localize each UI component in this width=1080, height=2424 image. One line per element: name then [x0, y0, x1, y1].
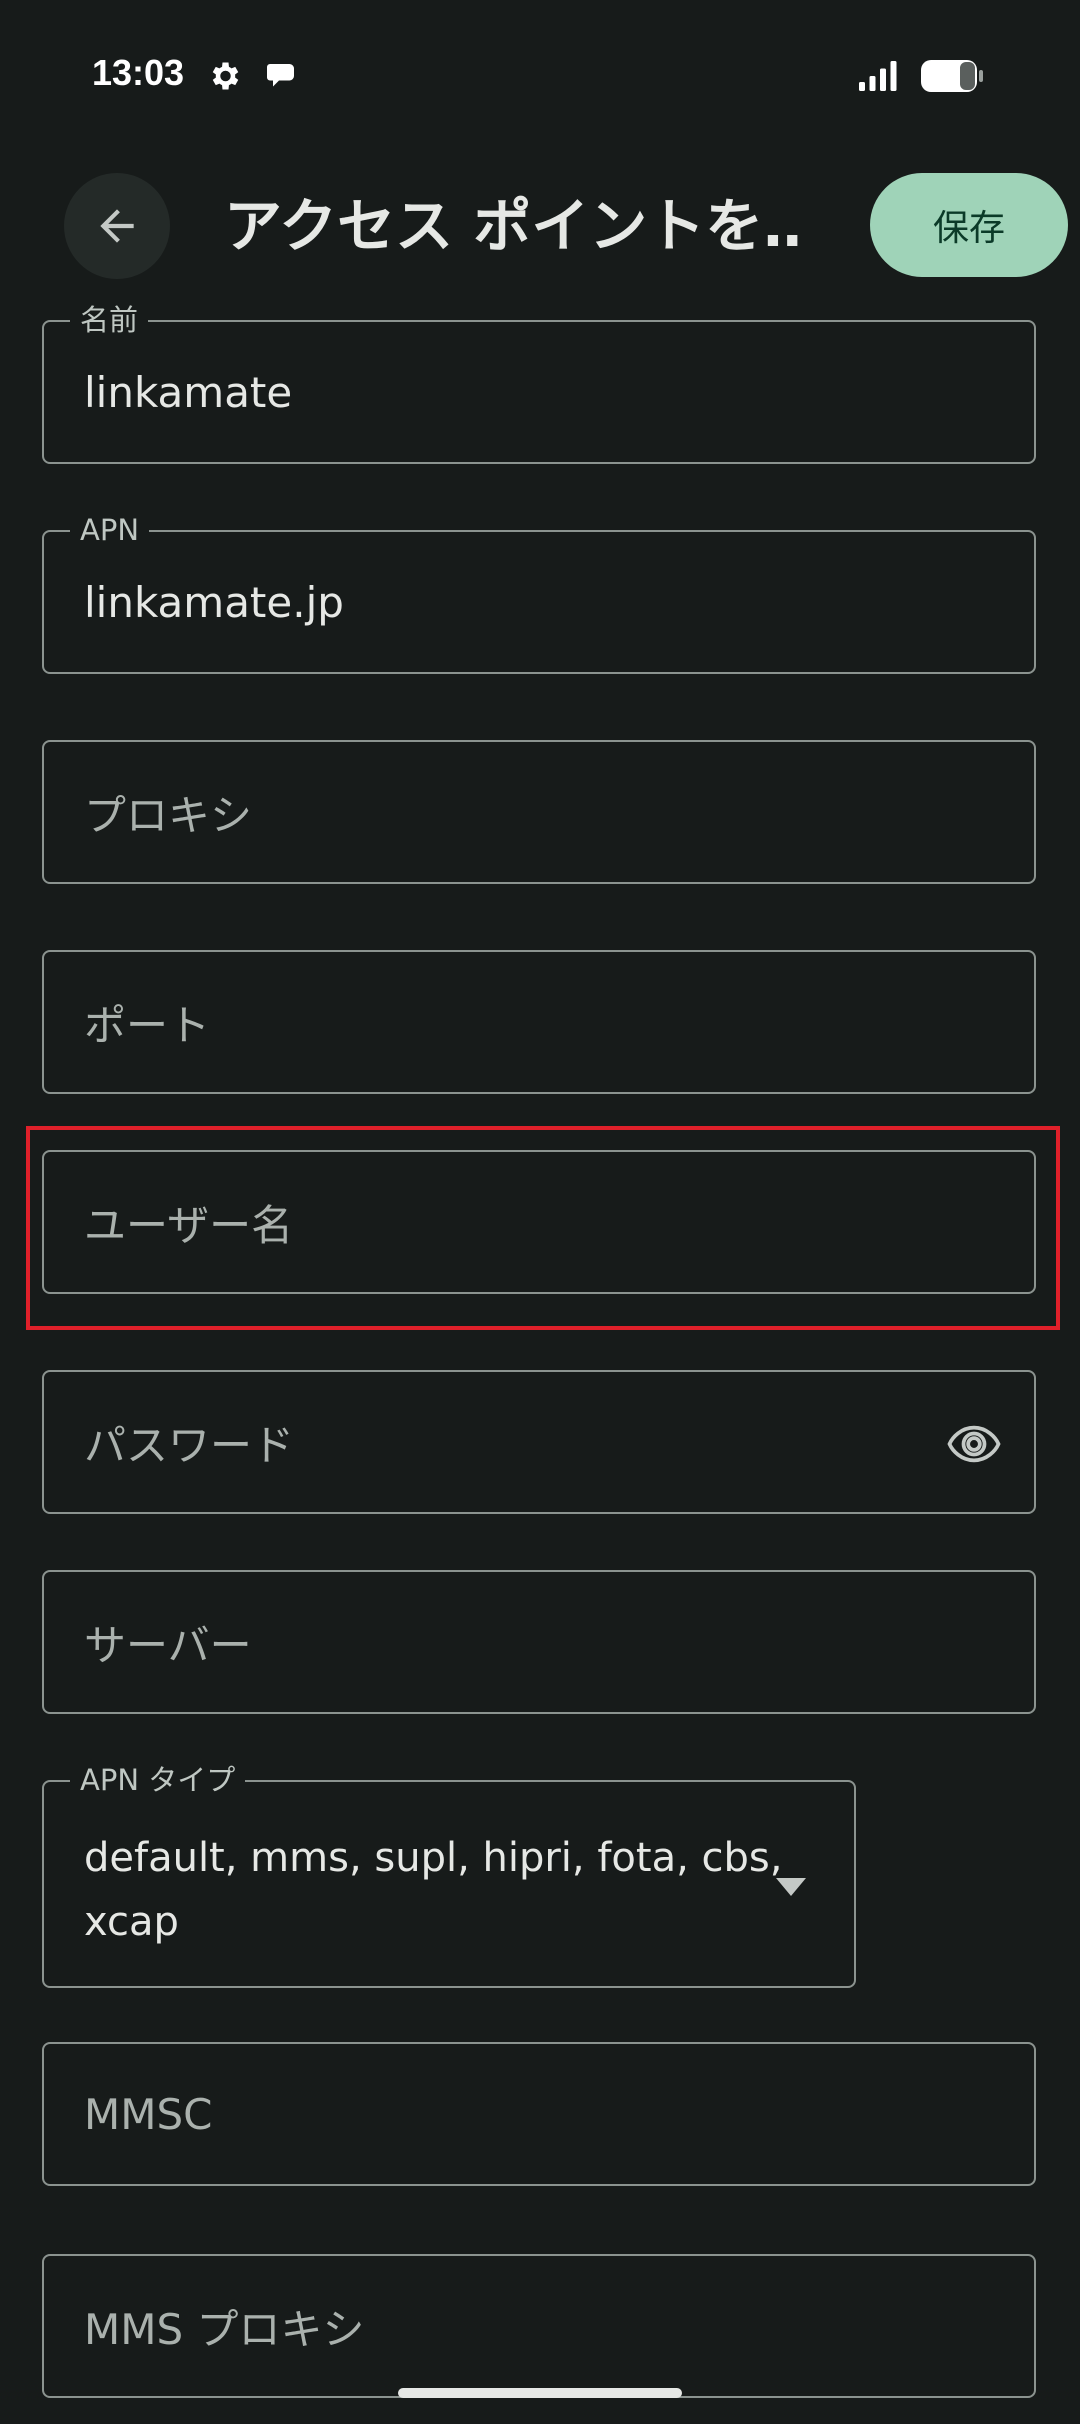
- proxy-field[interactable]: プロキシ: [42, 740, 1036, 884]
- password-field[interactable]: パスワード: [42, 1370, 1036, 1514]
- highlight-box: [26, 1126, 1060, 1330]
- arrow-back-icon: [100, 209, 134, 243]
- proxy-field-placeholder: プロキシ: [84, 790, 253, 840]
- apn-type-label: APN タイプ: [70, 1760, 246, 1800]
- gear-icon: [212, 62, 239, 90]
- save-button[interactable]: 保存: [870, 173, 1068, 277]
- battery-icon: [921, 60, 983, 92]
- status-time: 13:03: [92, 52, 185, 93]
- apn-field[interactable]: APN linkamate.jp: [42, 510, 1036, 674]
- back-button[interactable]: [64, 173, 170, 279]
- status-bar: 13:03: [0, 0, 1080, 150]
- name-field-value: linkamate: [84, 367, 293, 417]
- mms-proxy-field-placeholder: MMS プロキシ: [84, 2304, 365, 2354]
- home-indicator[interactable]: [398, 2388, 682, 2398]
- chat-bubble-icon: [267, 64, 294, 87]
- apn-type-dropdown[interactable]: APN タイプ default, mms, supl, hipri, fota,…: [42, 1760, 856, 1988]
- apn-edit-screen: 13:03 アクセス ポイントを… 保存 名前 linkamate APN li…: [0, 0, 1080, 2424]
- mmsc-field[interactable]: MMSC: [42, 2042, 1036, 2186]
- apn-field-value: linkamate.jp: [84, 577, 344, 627]
- apn-type-value: default, mms, supl, hipri, fota, cbs, xc…: [84, 1835, 783, 1945]
- server-field-placeholder: サーバー: [84, 1620, 252, 1670]
- server-field[interactable]: サーバー: [42, 1570, 1036, 1714]
- dropdown-arrow-icon: [776, 1878, 806, 1896]
- page-title: アクセス ポイントを…: [224, 192, 804, 260]
- port-field[interactable]: ポート: [42, 950, 1036, 1094]
- port-field-placeholder: ポート: [84, 1000, 211, 1050]
- mms-proxy-field[interactable]: MMS プロキシ: [42, 2254, 1036, 2398]
- name-field[interactable]: 名前 linkamate: [42, 300, 1036, 464]
- mmsc-field-placeholder: MMSC: [84, 2089, 213, 2139]
- password-field-placeholder: パスワード: [84, 1420, 295, 1470]
- signal-icon: [859, 61, 897, 91]
- eye-icon[interactable]: [944, 1416, 1004, 1472]
